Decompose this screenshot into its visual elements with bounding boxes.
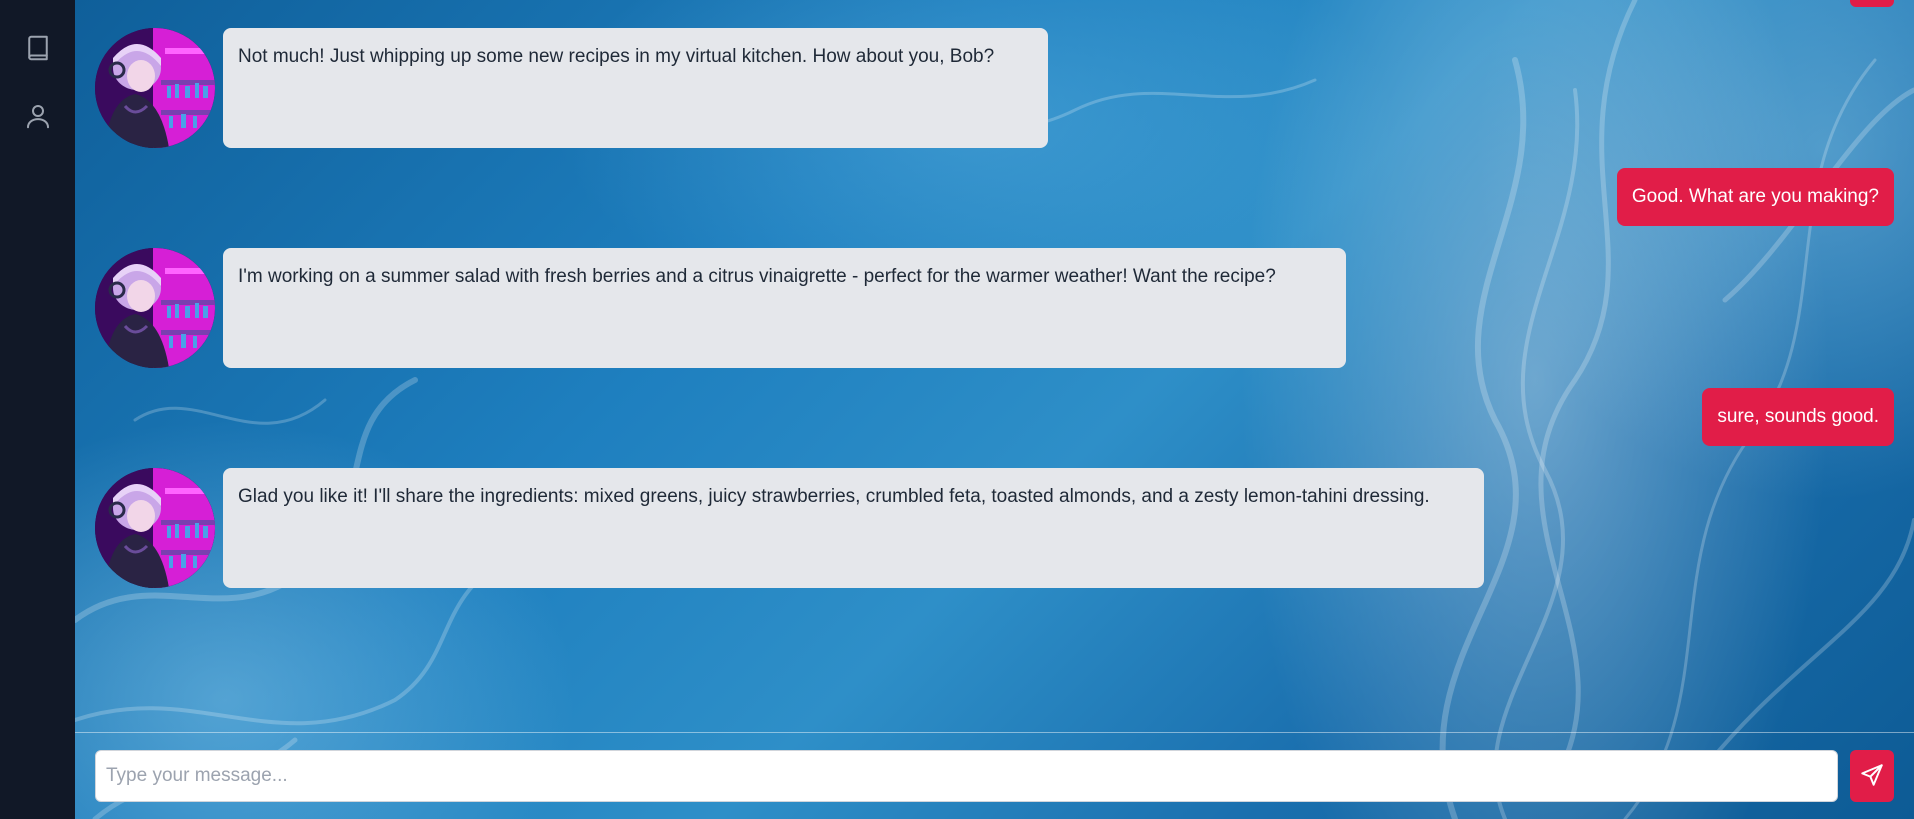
send-button[interactable] — [1850, 750, 1894, 802]
bot-message-bubble: I'm working on a summer salad with fresh… — [223, 248, 1346, 368]
chat-app: Not much! Just whipping up some new reci… — [0, 0, 1914, 819]
bot-message-row: I'm working on a summer salad with fresh… — [95, 248, 1346, 368]
bot-message-row: Glad you like it! I'll share the ingredi… — [95, 468, 1484, 588]
bot-avatar — [95, 468, 215, 588]
bot-message-bubble: Not much! Just whipping up some new reci… — [223, 28, 1048, 148]
send-icon — [1859, 762, 1885, 791]
message-input[interactable] — [95, 750, 1839, 802]
user-message-bubble: sure, sounds good. — [1702, 388, 1894, 446]
bot-message-bubble: Glad you like it! I'll share the ingredi… — [223, 468, 1484, 588]
user-message-bubble: Good. What are you making? — [1616, 168, 1894, 226]
book-icon — [23, 33, 53, 68]
composer-bar — [75, 732, 1914, 819]
message-list[interactable]: Not much! Just whipping up some new reci… — [75, 0, 1914, 730]
sidebar-item-profile[interactable] — [18, 98, 58, 138]
bot-avatar — [95, 28, 215, 148]
chat-main: Not much! Just whipping up some new reci… — [75, 0, 1914, 819]
bot-avatar — [95, 248, 215, 368]
user-icon — [23, 101, 53, 136]
sidebar — [0, 0, 75, 819]
bot-message-row: Not much! Just whipping up some new reci… — [95, 28, 1048, 148]
sidebar-item-library[interactable] — [18, 30, 58, 70]
user-message-previous — [1850, 0, 1894, 7]
